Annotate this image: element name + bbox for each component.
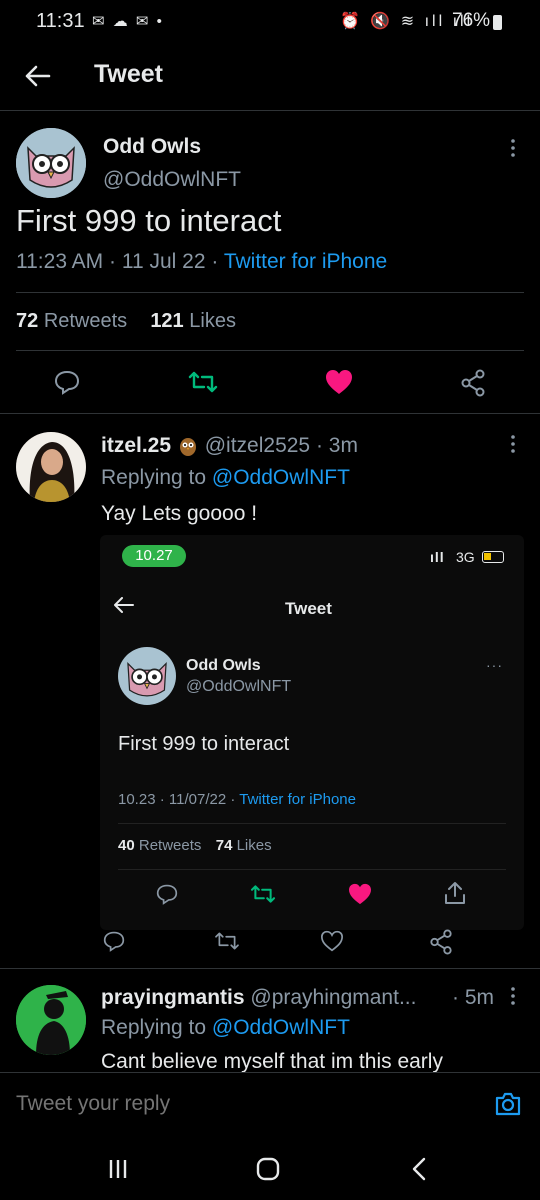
reply-text: Cant believe myself that im this early	[101, 1050, 443, 1072]
reply-icon	[156, 883, 178, 905]
status-bar: 11:31 ✉ ☁ ✉ • ⏰ 🔇 ≋ ıll ıll 76%	[0, 0, 540, 44]
reply-text-clip: Cant believe myself that im this early	[101, 1050, 521, 1072]
embedded-stats: 40 Retweets 74 Likes	[118, 837, 272, 854]
author-name[interactable]: Odd Owls	[103, 135, 201, 159]
network-label: 3G	[456, 549, 475, 565]
back-arrow-icon	[114, 597, 134, 613]
battery-icon	[482, 551, 504, 563]
like-icon[interactable]	[325, 369, 353, 395]
tweet-meta: 11:23 AM · 11 Jul 22 · Twitter for iPhon…	[16, 250, 388, 273]
battery-icon	[493, 15, 502, 30]
reply-header: prayingmantis @prayhingmant...	[101, 986, 416, 1010]
system-nav-bar	[0, 1134, 540, 1200]
tweet-date: 11 Jul 22	[121, 250, 206, 273]
owl-emoji-icon	[177, 435, 199, 456]
reply-icon[interactable]	[54, 369, 80, 395]
replying-handle[interactable]: @OddOwlNFT	[212, 1016, 350, 1039]
avatar[interactable]	[16, 128, 86, 198]
avatar	[118, 647, 176, 705]
time-pill: 10.27	[122, 545, 186, 567]
retweets-count[interactable]: 72	[16, 310, 38, 332]
camera-icon[interactable]	[494, 1091, 522, 1117]
embedded-screenshot[interactable]: 10.27 ıll 3G Tweet Odd Owls @OddOwlNFT ·…	[100, 535, 524, 930]
embedded-title: Tweet	[285, 599, 332, 618]
tweet-time: 11:23 AM	[16, 250, 104, 273]
avatar[interactable]	[16, 432, 86, 502]
like-icon[interactable]	[320, 930, 344, 952]
owl-avatar-icon	[118, 647, 176, 705]
reply-age-wrap: · 5m	[452, 986, 495, 1009]
user-photo-icon	[16, 432, 86, 502]
tweet-source[interactable]: Twitter for iPhone	[224, 250, 387, 273]
like-icon	[348, 883, 372, 905]
author-name: Odd Owls	[186, 657, 261, 674]
signal-icon: ıll	[430, 549, 445, 565]
author-name[interactable]: itzel.25	[101, 434, 171, 457]
back-nav-icon[interactable]	[410, 1156, 428, 1182]
likes-count[interactable]: 121	[150, 310, 183, 332]
replying-label: Replying to	[101, 1016, 207, 1039]
replying-to: Replying to @OddOwlNFT	[101, 466, 350, 490]
embedded-tweet-text: First 999 to interact	[118, 733, 290, 755]
share-icon[interactable]	[429, 929, 453, 955]
tweet-text: First 999 to interact	[16, 203, 282, 238]
replying-to: Replying to @OddOwlNFT	[101, 1016, 350, 1040]
retweets-label[interactable]: Retweets	[44, 310, 127, 332]
reply-text: Yay Lets goooo !	[101, 502, 258, 525]
author-handle: @OddOwlNFT	[186, 678, 292, 695]
replying-label: Replying to	[101, 466, 207, 489]
upload-icon	[444, 881, 466, 905]
reply-composer	[0, 1072, 540, 1134]
reply-age: 5m	[464, 986, 495, 1009]
more-options-icon[interactable]	[508, 434, 518, 454]
silhouette-avatar-icon	[16, 985, 86, 1055]
status-time: 11:31	[36, 10, 85, 32]
reply-icon[interactable]	[103, 930, 125, 952]
reply-age: 3m	[328, 434, 358, 457]
more-options-icon: ···	[486, 657, 503, 673]
more-options-icon[interactable]	[508, 138, 518, 158]
retweet-icon	[250, 883, 276, 905]
recent-apps-icon[interactable]	[107, 1158, 129, 1180]
author-handle[interactable]: @prayhingmant...	[250, 986, 416, 1009]
page-title: Tweet	[94, 60, 163, 88]
replying-handle[interactable]: @OddOwlNFT	[212, 466, 350, 489]
share-icon[interactable]	[460, 369, 486, 397]
reply-input[interactable]	[16, 1085, 476, 1123]
avatar[interactable]	[16, 985, 86, 1055]
engagement-stats: 72 Retweets 121 Likes	[16, 310, 236, 333]
embedded-meta: 10.23 · 11/07/22 · Twitter for iPhone	[118, 791, 356, 808]
author-handle[interactable]: @itzel2525	[205, 434, 310, 457]
retweet-icon[interactable]	[188, 369, 218, 395]
home-icon[interactable]	[255, 1156, 281, 1182]
retweet-icon[interactable]	[214, 930, 240, 952]
reply-header: itzel.25 @itzel2525 · 3m	[101, 434, 358, 457]
likes-label[interactable]: Likes	[189, 310, 236, 332]
top-bar: Tweet	[0, 44, 540, 110]
back-arrow-icon[interactable]	[18, 56, 58, 96]
battery-level: 76%	[452, 10, 491, 31]
more-options-icon[interactable]	[508, 986, 518, 1006]
author-handle[interactable]: @OddOwlNFT	[103, 168, 241, 192]
author-name[interactable]: prayingmantis	[101, 986, 245, 1009]
notification-icons: ✉ ☁ ✉ •	[92, 13, 164, 30]
owl-avatar-icon	[16, 128, 86, 198]
